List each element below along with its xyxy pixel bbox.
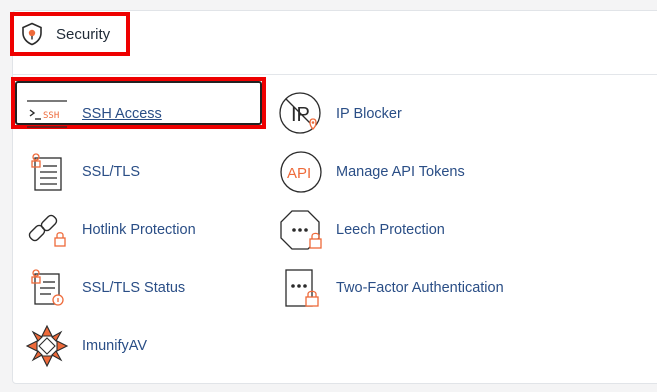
item-label: Two-Factor Authentication <box>336 280 504 296</box>
svg-text:SSH: SSH <box>43 111 59 121</box>
two-factor-authentication-link[interactable]: Two-Factor Authentication <box>278 265 504 311</box>
ssh-access-link[interactable]: SSH SSH Access <box>24 91 162 137</box>
two-factor-icon <box>278 265 324 311</box>
ip-blocker-link[interactable]: IP IP Blocker <box>278 91 402 137</box>
svg-text:IP: IP <box>291 104 310 126</box>
item-label: ImunifyAV <box>82 338 148 354</box>
item-label: Hotlink Protection <box>82 222 196 238</box>
manage-api-tokens-link[interactable]: API Manage API Tokens <box>278 149 465 195</box>
api-icon: API <box>278 149 324 195</box>
ip-blocker-icon: IP <box>278 91 324 137</box>
item-label: IP Blocker <box>336 106 402 122</box>
hotlink-chain-icon <box>24 207 70 253</box>
hotlink-protection-link[interactable]: Hotlink Protection <box>24 207 196 253</box>
imunifyav-link[interactable]: ImunifyAV <box>24 323 147 369</box>
leech-protection-link[interactable]: Leech Protection <box>278 207 445 253</box>
item-label: SSL/TLS <box>82 164 141 180</box>
section-title: Security <box>56 25 111 43</box>
item-label: SSH Access <box>82 106 162 122</box>
ssl-certificate-icon <box>24 149 70 195</box>
item-label: Leech Protection <box>336 222 445 238</box>
ssl-status-icon <box>24 265 70 311</box>
ssl-tls-status-link[interactable]: SSL/TLS Status <box>24 265 185 311</box>
leech-protection-icon <box>278 207 324 253</box>
ssl-tls-link[interactable]: SSL/TLS <box>24 149 140 195</box>
imunifyav-icon <box>24 323 70 369</box>
security-section-header[interactable]: Security <box>10 12 130 56</box>
item-label: Manage API Tokens <box>336 164 465 180</box>
item-label: SSL/TLS Status <box>82 280 186 296</box>
svg-text:API: API <box>287 165 311 182</box>
shield-icon <box>20 22 44 46</box>
ssh-terminal-icon: SSH <box>24 91 70 137</box>
